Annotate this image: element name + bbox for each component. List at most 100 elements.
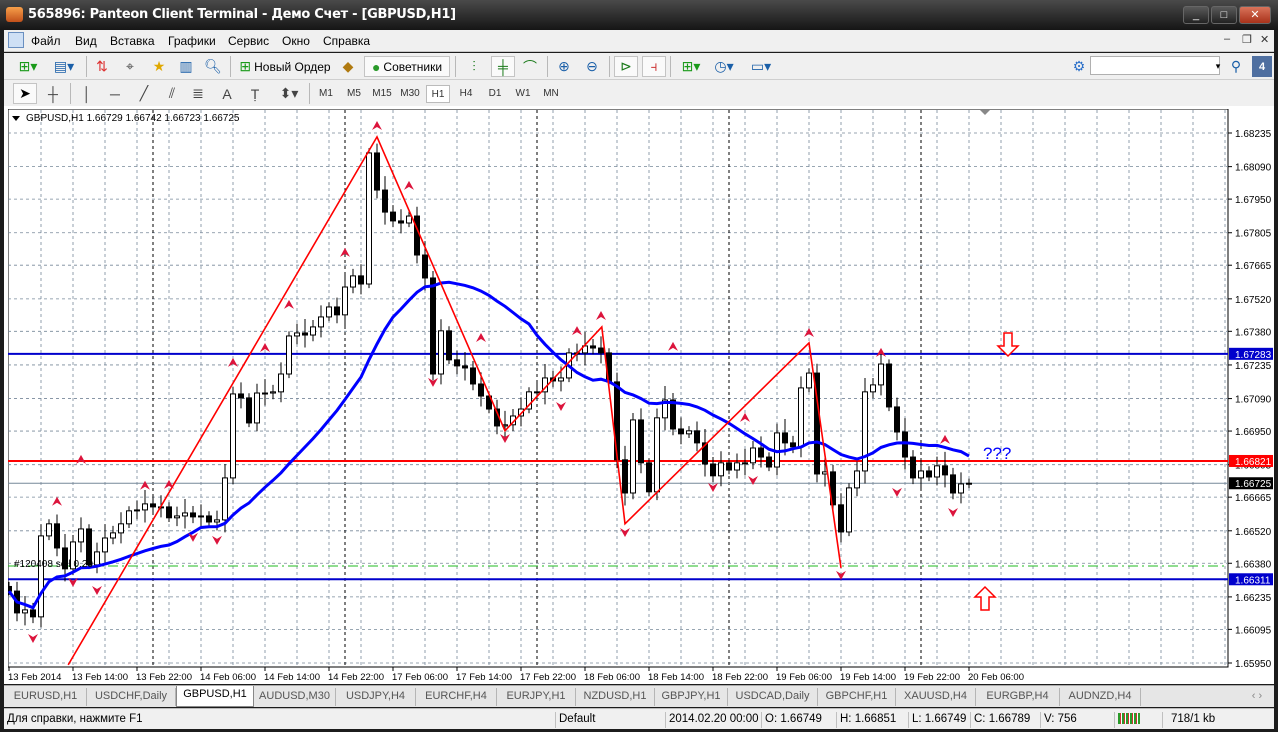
price-chart[interactable]: 1.68235 1.68090 1.67950 1.67805 1.67665 1.675… <box>8 109 1274 683</box>
timeframe-d1[interactable]: D1 <box>483 85 507 103</box>
candle-body <box>910 456 916 479</box>
candle-body <box>278 373 284 393</box>
expert-advisors-button[interactable]: ● Советники <box>364 56 450 77</box>
chart-tab[interactable]: USDJPY,H4 <box>336 688 416 706</box>
timeframe-m5[interactable]: M5 <box>342 85 366 103</box>
timeframe-mn[interactable]: MN <box>539 85 563 103</box>
menu-charts[interactable]: Графики <box>168 34 216 48</box>
settings-gear-icon[interactable]: ⚙ <box>1070 56 1088 77</box>
text-icon[interactable]: A <box>218 83 236 104</box>
chart-tab[interactable]: AUDUSD,M30 <box>254 688 336 706</box>
candle-body <box>422 254 428 279</box>
menu-tools[interactable]: Сервис <box>228 34 269 48</box>
connection-status-icon[interactable] <box>1114 712 1162 728</box>
line-chart-icon[interactable]: ⌒ <box>519 56 541 77</box>
timeframe-h1[interactable]: H1 <box>426 85 450 103</box>
chart-tab[interactable]: XAUUSD,H4 <box>896 688 976 706</box>
templates-icon[interactable]: ▭▾ <box>746 56 776 77</box>
equidistant-channel-icon[interactable]: ⫽ <box>161 83 183 104</box>
menu-help[interactable]: Справка <box>323 34 370 48</box>
chart-shift-icon[interactable]: ⫞ <box>642 56 666 77</box>
time-tick-label: 18 Feb 22:00 <box>712 672 768 683</box>
chart-tab[interactable]: EURCHF,H4 <box>416 688 497 706</box>
new-chart-icon[interactable]: ⊞▾ <box>14 56 42 77</box>
chart-tab[interactable]: USDCAD,Daily <box>728 688 818 706</box>
terminal-icon[interactable]: ▥ <box>176 56 196 77</box>
zoom-in-icon[interactable]: ⊕ <box>553 56 575 77</box>
menu-file[interactable]: Файл <box>31 34 61 48</box>
timeframe-m1[interactable]: M1 <box>314 85 338 103</box>
candle-body <box>126 510 132 525</box>
chart-tab[interactable]: EURUSD,H1 <box>5 688 87 706</box>
time-tick-label: 14 Feb 14:00 <box>264 672 320 683</box>
maximize-button[interactable]: □ <box>1211 6 1237 24</box>
search-icon[interactable]: ⚲ <box>1226 56 1246 77</box>
search-input[interactable] <box>1090 56 1220 75</box>
candle-body <box>358 275 364 285</box>
chart-tab[interactable]: EURGBP,H4 <box>976 688 1060 706</box>
candle-body <box>926 470 932 478</box>
candle <box>446 326 452 365</box>
text-label-icon[interactable]: Ṭ <box>246 83 264 104</box>
horizontal-line-icon[interactable]: ─ <box>105 83 125 104</box>
time-tick-label: 18 Feb 14:00 <box>648 672 704 683</box>
favorites-icon[interactable]: ★ <box>148 56 170 77</box>
candle-body <box>790 442 796 448</box>
menu-window[interactable]: Окно <box>282 34 310 48</box>
minimize-button[interactable]: _ <box>1183 6 1209 24</box>
candlestick-chart-icon[interactable]: ╪ <box>491 56 515 77</box>
timeframe-w1[interactable]: W1 <box>511 85 535 103</box>
autoscroll-icon[interactable]: ⊳ <box>614 56 638 77</box>
timeframe-m30[interactable]: M30 <box>398 85 422 103</box>
close-button[interactable]: ✕ <box>1239 6 1271 24</box>
time-tick-label: 13 Feb 22:00 <box>136 672 192 683</box>
status-low: L: 1.66749 <box>908 712 970 728</box>
crosshair-navigator-icon[interactable]: ⌖ <box>120 56 140 77</box>
candle-body <box>678 428 684 435</box>
mdi-restore-button[interactable]: ❐ <box>1242 33 1252 46</box>
chart-window[interactable]: 1.68235 1.68090 1.67950 1.67805 1.67665 1.675… <box>4 106 1274 684</box>
chart-tab[interactable]: GBPJPY,H1 <box>655 688 728 706</box>
mdi-minimize-button[interactable]: – <box>1224 33 1230 45</box>
time-tick-label: 18 Feb 06:00 <box>584 672 640 683</box>
menu-insert[interactable]: Вставка <box>110 34 155 48</box>
chart-window-icon[interactable] <box>8 32 24 48</box>
zoom-out-icon[interactable]: ⊖ <box>581 56 603 77</box>
mdi-close-button[interactable]: ✕ <box>1260 33 1269 46</box>
arrows-icon[interactable]: ⬍▾ <box>275 83 303 104</box>
periods-clock-icon[interactable]: ◷▾ <box>710 56 738 77</box>
candle-body <box>334 306 340 316</box>
strategy-tester-icon[interactable]: 🔍︎ <box>203 56 223 77</box>
chart-tab[interactable]: GBPUSD,H1 <box>176 686 254 707</box>
level-price-tag: 1.66821 <box>1235 457 1272 468</box>
candle <box>846 483 852 537</box>
cursor-icon[interactable]: ➤ <box>13 83 37 104</box>
status-profile[interactable]: Default <box>555 712 665 728</box>
chart-tab[interactable]: EURJPY,H1 <box>497 688 576 706</box>
community-badge[interactable]: 4 <box>1252 56 1272 77</box>
candle-body <box>622 459 628 494</box>
chart-tab[interactable]: AUDNZD,H4 <box>1060 688 1141 706</box>
candle-body <box>198 515 204 518</box>
vertical-line-icon[interactable]: │ <box>78 83 96 104</box>
crosshair-icon[interactable]: ┼ <box>42 83 64 104</box>
market-watch-icon[interactable]: ⇅ <box>92 56 112 77</box>
candle-body <box>870 384 876 393</box>
history-center-icon[interactable]: ◆ <box>338 56 358 77</box>
bar-chart-icon[interactable]: ⫶ <box>463 56 485 77</box>
chart-tab[interactable]: GBPCHF,H1 <box>818 688 896 706</box>
indicators-icon[interactable]: ⊞▾ <box>677 56 705 77</box>
menu-view[interactable]: Вид <box>75 34 97 48</box>
tab-scroll-arrows-icon[interactable]: ‹ › <box>1242 688 1272 706</box>
timeframe-h4[interactable]: H4 <box>454 85 478 103</box>
timeframe-m15[interactable]: M15 <box>370 85 394 103</box>
candle-body <box>718 462 724 477</box>
fibonacci-icon[interactable]: ≣ <box>187 83 209 104</box>
search-dropdown-icon[interactable]: ▾ <box>1212 56 1224 77</box>
trendline-icon[interactable]: ╱ <box>134 83 154 104</box>
new-order-button[interactable]: ⊞ Новый Ордер <box>235 56 335 77</box>
profiles-icon[interactable]: ▤▾ <box>50 56 78 77</box>
chart-tab[interactable]: USDCHF,Daily <box>87 688 176 706</box>
candle-body <box>182 512 188 517</box>
chart-tab[interactable]: NZDUSD,H1 <box>576 688 655 706</box>
